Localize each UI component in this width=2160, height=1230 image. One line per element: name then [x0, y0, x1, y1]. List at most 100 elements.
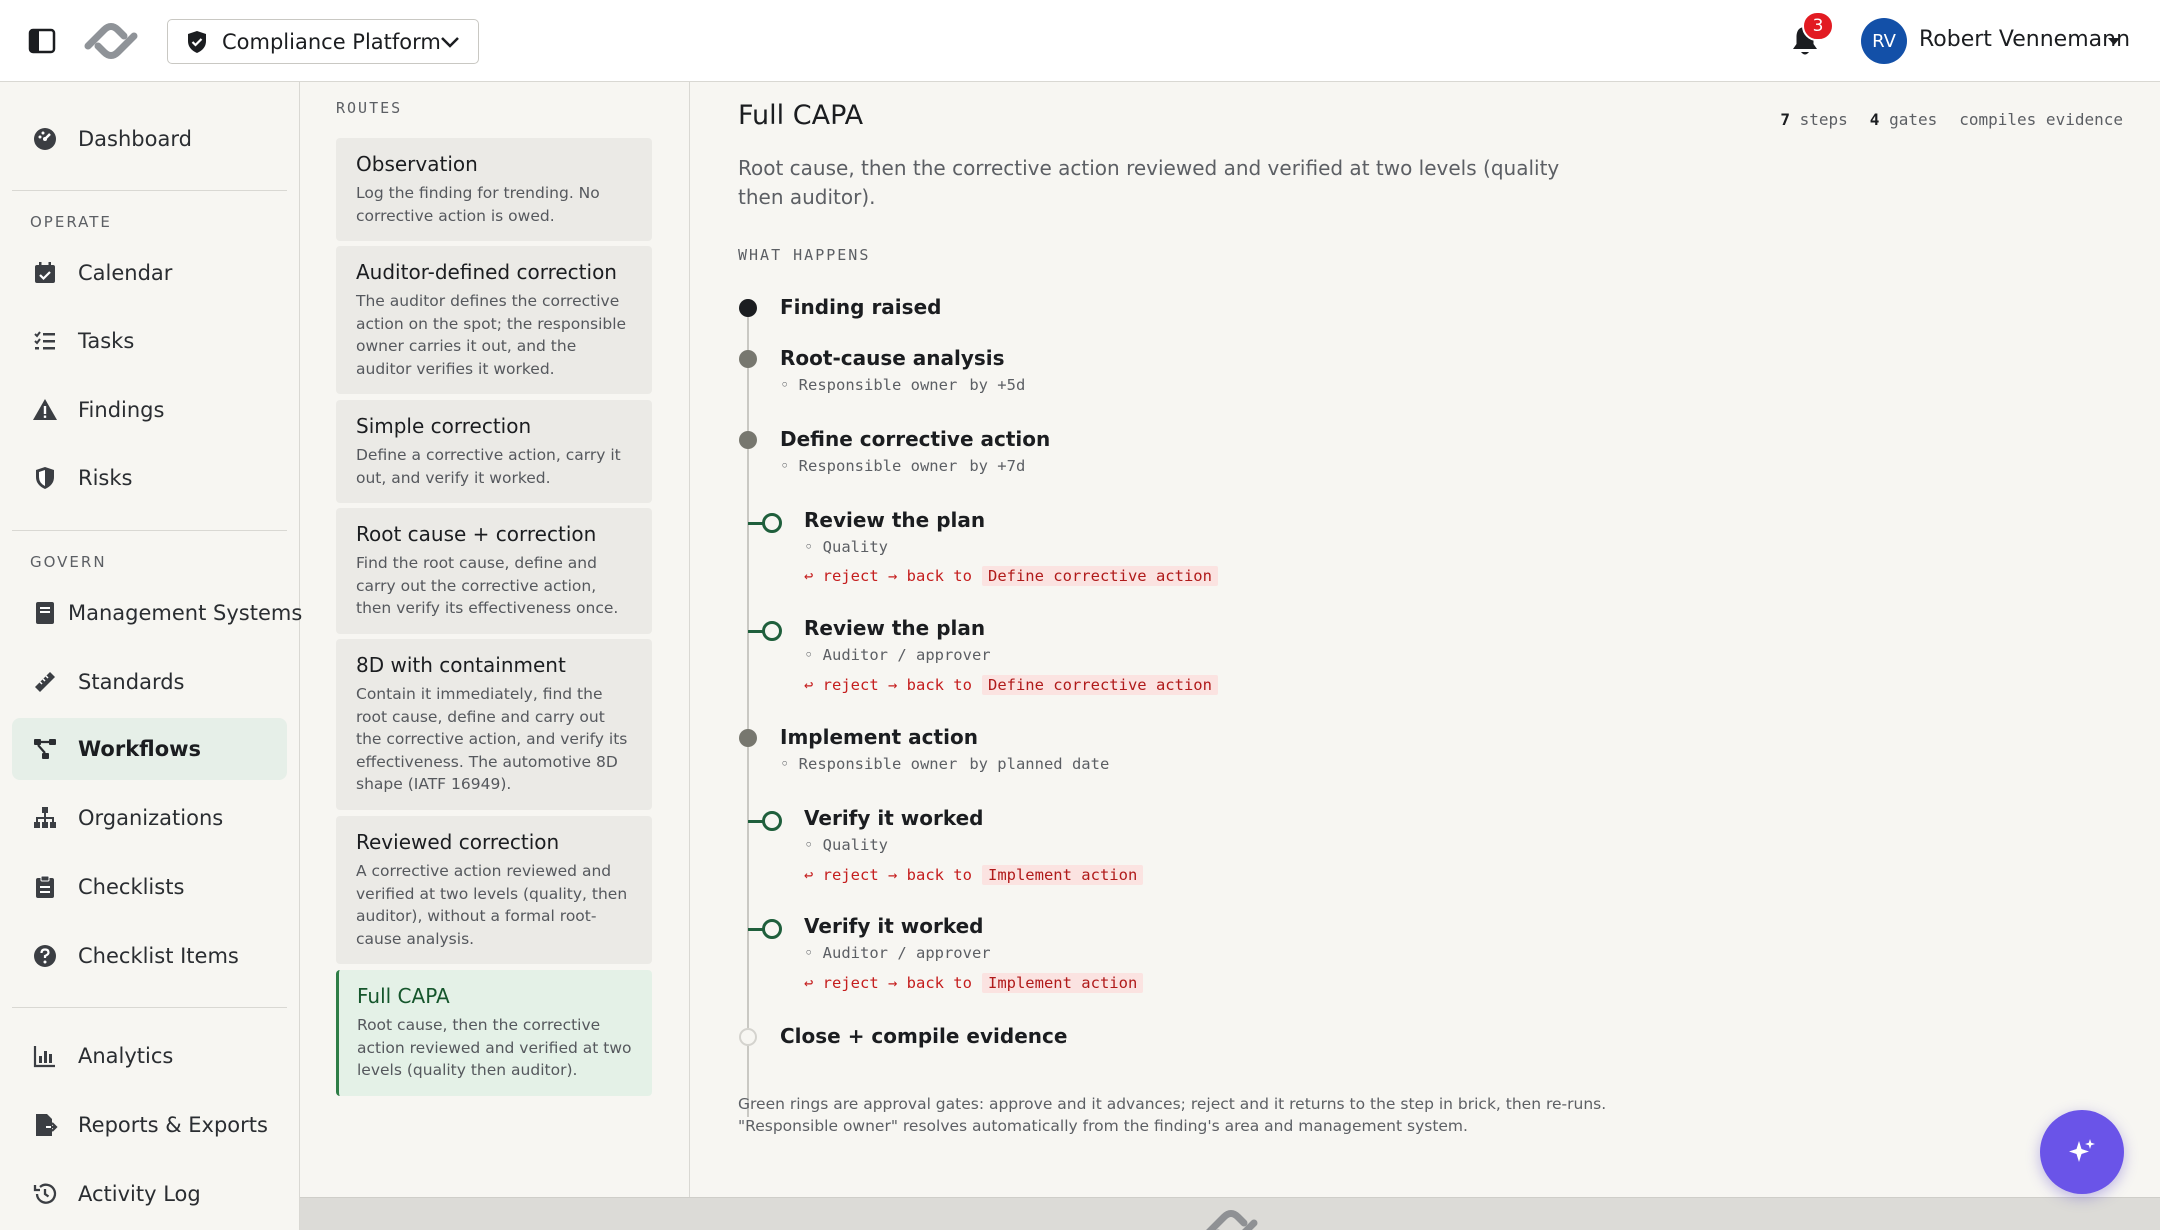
step-name: Implement action [780, 725, 978, 749]
step-name: Define corrective action [780, 427, 1051, 451]
book-icon [36, 602, 54, 624]
route-card-observation[interactable]: Observation Log the finding for trending… [336, 138, 652, 241]
sidebar-item-tasks[interactable]: Tasks [12, 310, 287, 372]
step-name: Root-cause analysis [780, 346, 1005, 370]
approval-gate-icon [748, 811, 782, 831]
warning-icon [33, 399, 57, 420]
route-card-root-cause-correction[interactable]: Root cause + correction Find the root ca… [336, 508, 652, 634]
reject-target[interactable]: Define corrective action [981, 675, 1218, 695]
sidebar-item-reports-exports[interactable]: Reports & Exports [12, 1094, 287, 1156]
export-icon [36, 1114, 58, 1136]
sidebar-item-organizations[interactable]: Organizations [12, 787, 287, 849]
route-desc: Define a corrective action, carry it out… [356, 446, 621, 487]
sidebar-item-checklists[interactable]: Checklists [12, 856, 287, 918]
chevron-down-icon [441, 37, 459, 48]
step-name: Finding raised [780, 295, 942, 319]
route-title: Root cause + correction [356, 522, 597, 546]
footer [300, 1197, 2160, 1230]
sidebar-section-operate: OPERATE [30, 213, 112, 231]
step-owner: ◦ Auditor / approver [804, 646, 991, 664]
step-owner: ◦ Responsible owner by +7d [780, 457, 1026, 475]
avatar[interactable]: RV [1861, 18, 1907, 64]
chart-icon [33, 1046, 55, 1068]
route-desc: Find the root cause, define and carry ou… [356, 554, 619, 617]
sidebar-item-dashboard[interactable]: Dashboard [12, 108, 287, 170]
step-owner: ◦ Quality [804, 836, 888, 854]
sidebar-item-activity-log[interactable]: Activity Log [12, 1163, 287, 1225]
route-card-reviewed-correction[interactable]: Reviewed correction A corrective action … [336, 816, 652, 964]
ai-assistant-button[interactable] [2040, 1110, 2124, 1194]
route-card-auditor-defined-correction[interactable]: Auditor-defined correction The auditor d… [336, 246, 652, 394]
route-desc: Root cause, then the corrective action r… [357, 1016, 632, 1079]
sidebar-divider [12, 190, 287, 191]
approval-gate-icon [748, 513, 782, 533]
sidebar-item-management-systems[interactable]: Management Systems [12, 582, 302, 644]
route-card-simple-correction[interactable]: Simple correction Define a corrective ac… [336, 400, 652, 503]
route-title: Full CAPA [357, 984, 450, 1008]
step-owner: ◦ Responsible owner by +5d [780, 376, 1026, 394]
what-happens-title: WHAT HAPPENS [738, 246, 871, 264]
route-title: Observation [356, 152, 478, 176]
workflow-stats: 7 steps 4 gates compiles evidence [1780, 110, 2123, 129]
route-title: Reviewed correction [356, 830, 560, 854]
route-desc: The auditor defines the corrective actio… [356, 292, 627, 378]
route-card-8d-with-containment[interactable]: 8D with containment Contain it immediate… [336, 639, 652, 810]
workflow-description: Root cause, then the corrective action r… [738, 156, 1560, 209]
route-desc: A corrective action reviewed and verifie… [356, 862, 628, 948]
logo-icon[interactable] [80, 16, 142, 66]
step-dot-icon [739, 431, 757, 449]
step-owner: ◦ Responsible owner by planned date [780, 755, 1110, 773]
route-desc: Contain it immediately, find the root ca… [356, 685, 628, 793]
routes-title: ROUTES [336, 99, 403, 117]
user-name[interactable]: Robert Vennemann [1919, 27, 2130, 52]
sidebar-item-analytics[interactable]: Analytics [12, 1025, 287, 1087]
shield-check-icon [188, 30, 206, 53]
ruler-icon [35, 672, 55, 692]
step-dot-icon [739, 729, 757, 747]
dashboard-icon [34, 128, 56, 150]
sidebar-item-checklist-items[interactable]: Checklist Items [12, 925, 287, 987]
sidebar-item-risks[interactable]: Risks [12, 447, 287, 509]
step-owner: ◦ Quality [804, 538, 888, 556]
step-name: Close + compile evidence [780, 1024, 1068, 1048]
step-name: Verify it worked [804, 914, 984, 938]
sidebar-item-calendar[interactable]: Calendar [12, 242, 287, 304]
route-title: Simple correction [356, 414, 532, 438]
page-title: Full CAPA [738, 100, 864, 131]
timeline-line [747, 307, 749, 1117]
clipboard-icon [36, 875, 54, 898]
routes-panel: ROUTES Observation Log the finding for t… [300, 82, 690, 1197]
evidence-stat: compiles evidence [1959, 110, 2123, 129]
reject-route: ↩ reject → back to Define corrective acti… [804, 675, 1218, 695]
sparkle-icon [2069, 1139, 2095, 1162]
sidebar-divider [12, 1007, 287, 1008]
workflow-icon [34, 739, 56, 759]
user-menu-caret-icon[interactable] [2108, 38, 2120, 45]
sidebar-item-findings[interactable]: Findings [12, 379, 287, 441]
step-name: Review the plan [804, 616, 986, 640]
step-name: Verify it worked [804, 806, 984, 830]
platform-selector[interactable]: Compliance Platform [167, 19, 479, 64]
approval-gate-icon [748, 621, 782, 641]
sidebar-toggle-icon[interactable] [28, 28, 56, 54]
sidebar: Dashboard OPERATE Calendar Tasks Finding… [0, 82, 302, 1230]
reject-target[interactable]: Implement action [981, 973, 1144, 993]
gates-stat: 4 gates [1869, 110, 1938, 129]
workflow-detail: Full CAPA 7 steps 4 gates compiles evide… [690, 82, 2160, 1197]
sidebar-item-standards[interactable]: Standards [12, 651, 287, 713]
sidebar-section-govern: GOVERN [30, 553, 107, 571]
reject-target[interactable]: Define corrective action [981, 566, 1218, 586]
top-bar: Compliance Platform 3 RV Robert Venneman… [0, 0, 2160, 82]
reject-target[interactable]: Implement action [981, 865, 1144, 885]
route-title: 8D with containment [356, 653, 566, 677]
step-dot-icon [739, 350, 757, 368]
legend-footnote: Green rings are approval gates: approve … [738, 1095, 1607, 1135]
route-card-full-capa[interactable]: Full CAPA Root cause, then the correctiv… [336, 970, 652, 1096]
reject-route: ↩ reject → back to Define corrective acti… [804, 566, 1218, 586]
sidebar-item-workflows[interactable]: Workflows [12, 718, 287, 780]
route-desc: Log the finding for trending. No correct… [356, 184, 600, 225]
history-icon [33, 1183, 57, 1204]
notification-badge: 3 [1802, 11, 1834, 41]
step-name: Review the plan [804, 508, 986, 532]
route-title: Auditor-defined correction [356, 260, 617, 284]
